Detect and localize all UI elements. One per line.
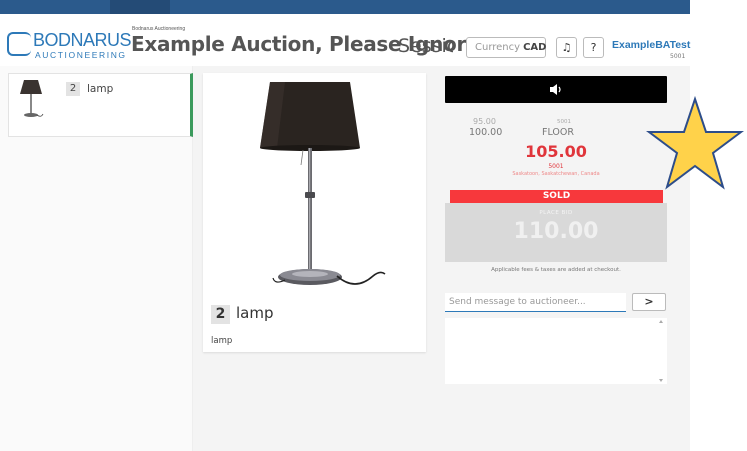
speaker-icon[interactable]	[549, 83, 563, 96]
top-accent-segment	[110, 0, 170, 14]
lot-description: lamp	[211, 336, 233, 346]
music-button[interactable]: ♫	[556, 37, 577, 58]
scroll-down-icon[interactable]	[659, 379, 663, 382]
sidebar-lot-name: lamp	[87, 83, 114, 95]
user-name[interactable]: ExampleBATest	[612, 39, 690, 51]
lot-title: lamp	[236, 304, 274, 322]
bid-history-amount: 95.00	[473, 117, 496, 126]
help-button[interactable]: ?	[583, 37, 604, 58]
audio-player[interactable]	[445, 76, 667, 103]
top-accent-bar	[0, 0, 690, 14]
place-bid-button[interactable]: PLACE BID 110.00	[445, 203, 667, 262]
chat-message-input[interactable]	[445, 293, 626, 312]
bid-history-amount: 100.00	[469, 127, 503, 138]
fees-note: Applicable fees & taxes are added at che…	[491, 267, 621, 273]
sidebar-lot-item[interactable]: 2 lamp	[8, 73, 193, 137]
lamp-image	[260, 82, 386, 285]
logo-name: BODNARUS	[33, 30, 132, 50]
logo-mark-icon	[7, 32, 31, 56]
send-message-button[interactable]: >	[632, 293, 666, 311]
bid-history-bidder: 5001	[557, 119, 571, 125]
scroll-up-icon[interactable]	[659, 320, 663, 323]
music-note-icon: ♫	[561, 41, 572, 54]
lot-number-badge: 2	[211, 305, 230, 324]
current-bid-amount: 105.00	[525, 142, 587, 161]
sidebar-lot-number: 2	[66, 82, 80, 96]
current-bidder-location: Saskatoon, Saskatchewan, Canada	[512, 171, 600, 177]
user-id: 5001	[670, 53, 686, 60]
place-bid-amount: 110.00	[513, 219, 599, 244]
bid-history-bidder: FLOOR	[542, 127, 574, 138]
chat-log	[445, 318, 667, 384]
logo-subtitle: AUCTIONEERING	[35, 50, 127, 60]
current-bidder-id: 5001	[548, 163, 564, 170]
help-icon: ?	[590, 41, 597, 54]
sold-status-badge: SOLD	[450, 190, 663, 203]
currency-label: Currency	[475, 42, 521, 53]
star-icon	[646, 95, 744, 190]
company-logo[interactable]: BODNARUS AUCTIONEERING	[7, 28, 132, 64]
lamp-thumbnail	[20, 80, 44, 117]
session-label: Session	[398, 35, 453, 57]
chat-scrollbar[interactable]	[659, 320, 663, 382]
place-bid-label: PLACE BID	[539, 210, 573, 216]
currency-selector[interactable]: Currency CAD	[466, 37, 546, 58]
currency-value: CAD	[523, 42, 547, 53]
